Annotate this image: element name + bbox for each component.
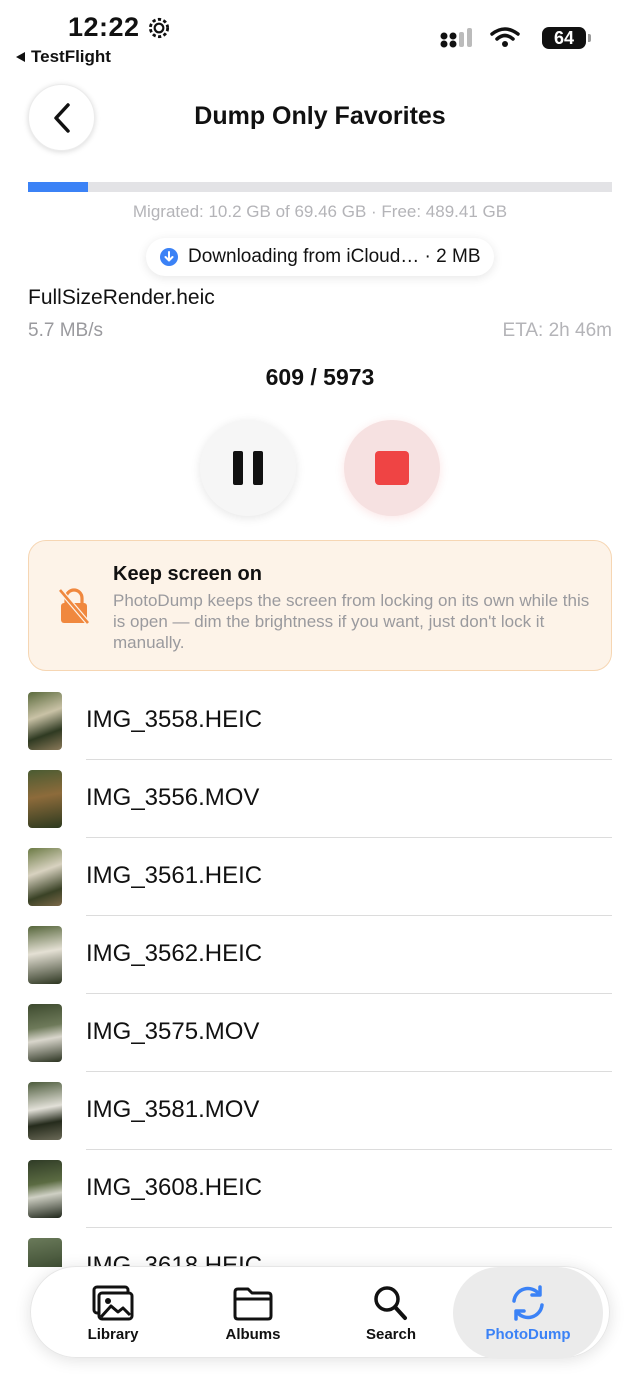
download-status-text: Downloading from iCloud… · 2 MB	[188, 246, 481, 267]
battery-level: 64	[553, 27, 575, 48]
folder-icon	[233, 1287, 273, 1320]
stop-icon	[375, 451, 409, 485]
file-thumbnail	[28, 1082, 62, 1140]
time-label: 12:22	[68, 12, 140, 42]
file-list[interactable]: IMG_3558.HEIC IMG_3556.MOV IMG_3561.HEIC IM…	[0, 682, 640, 1267]
migrated-summary: Migrated: 10.2 GB of 69.46 GB · Free: 48…	[132, 202, 508, 221]
file-thumbnail	[28, 848, 62, 906]
file-thumbnail	[28, 1004, 62, 1062]
back-to-app[interactable]: TestFlight	[16, 47, 111, 67]
progress-fill	[28, 182, 89, 192]
file-name: IMG_3558.HEIC	[86, 706, 263, 733]
file-row[interactable]: IMG_3561.HEIC	[0, 838, 640, 916]
file-name: IMG_3575.MOV	[86, 1018, 260, 1045]
current-file-name: FullSizeRender.heic	[28, 286, 215, 309]
file-row[interactable]: IMG_3562.HEIC	[0, 916, 640, 994]
file-name: IMG_3561.HEIC	[86, 862, 263, 889]
download-icon	[160, 248, 178, 266]
file-name: IMG_3562.HEIC	[86, 940, 263, 967]
battery-indicator: 64	[542, 27, 591, 49]
file-name: IMG_3581.MOV	[86, 1096, 260, 1123]
file-row[interactable]: IMG_3575.MOV	[0, 994, 640, 1072]
tab-bar: Library Albums Search PhotoDump	[30, 1266, 610, 1359]
cellular-icon	[440, 28, 472, 48]
pause-icon-bar	[253, 451, 263, 485]
back-arrow-icon	[16, 52, 25, 62]
status-time: 12:22	[68, 12, 172, 43]
wifi-icon	[490, 27, 520, 47]
download-status-pill: Downloading from iCloud… · 2 MB	[146, 238, 494, 276]
tab-photodump-label: PhotoDump	[485, 1325, 571, 1343]
file-thumbnail	[28, 692, 62, 750]
file-thumbnail	[28, 926, 62, 984]
file-row[interactable]: IMG_3558.HEIC	[0, 682, 640, 760]
status-bar: 12:22 TestFlight 64	[0, 0, 640, 72]
tab-search[interactable]: Search	[321, 1267, 461, 1359]
tab-search-label: Search	[365, 1325, 417, 1343]
pause-button[interactable]	[200, 420, 296, 516]
lock-slash-icon	[58, 588, 90, 625]
pause-icon	[233, 451, 243, 485]
file-row[interactable]: IMG_3581.MOV	[0, 1072, 640, 1150]
file-row[interactable]: IMG_3556.MOV	[0, 760, 640, 838]
back-app-label: TestFlight	[31, 47, 111, 66]
file-name: IMG_3618.HEIC	[86, 1252, 263, 1267]
tab-photodump[interactable]: PhotoDump	[453, 1267, 603, 1359]
keep-screen-on-banner: Keep screen on PhotoDump keeps the scree…	[28, 540, 612, 671]
file-thumbnail	[28, 1238, 62, 1267]
page-title: Dump Only Favorites	[194, 102, 446, 130]
system-icons	[440, 26, 520, 48]
eta-label: ETA: 2h 46m	[502, 320, 612, 341]
stop-button[interactable]	[344, 420, 440, 516]
file-thumbnail	[28, 1160, 62, 1218]
transfer-speed: 5.7 MB/s	[28, 320, 103, 341]
gear-icon	[148, 17, 169, 38]
banner-body: PhotoDump keeps the screen from locking …	[113, 591, 590, 652]
file-name: IMG_3608.HEIC	[86, 1174, 263, 1201]
tab-library[interactable]: Library	[43, 1267, 183, 1359]
tab-albums-label: Albums	[225, 1325, 281, 1343]
file-thumbnail	[28, 770, 62, 828]
tab-albums[interactable]: Albums	[183, 1267, 323, 1359]
item-counter: 609 / 5973	[265, 364, 375, 390]
file-row[interactable]: IMG_3608.HEIC	[0, 1150, 640, 1228]
banner-title: Keep screen on	[113, 563, 262, 585]
file-row[interactable]: IMG_3618.HEIC	[0, 1228, 640, 1267]
sync-icon	[512, 1284, 544, 1321]
migration-progress-bar	[28, 182, 612, 192]
tab-library-label: Library	[87, 1325, 139, 1343]
search-icon	[374, 1285, 407, 1320]
file-name: IMG_3556.MOV	[86, 784, 260, 811]
photo-library-icon	[92, 1285, 134, 1320]
